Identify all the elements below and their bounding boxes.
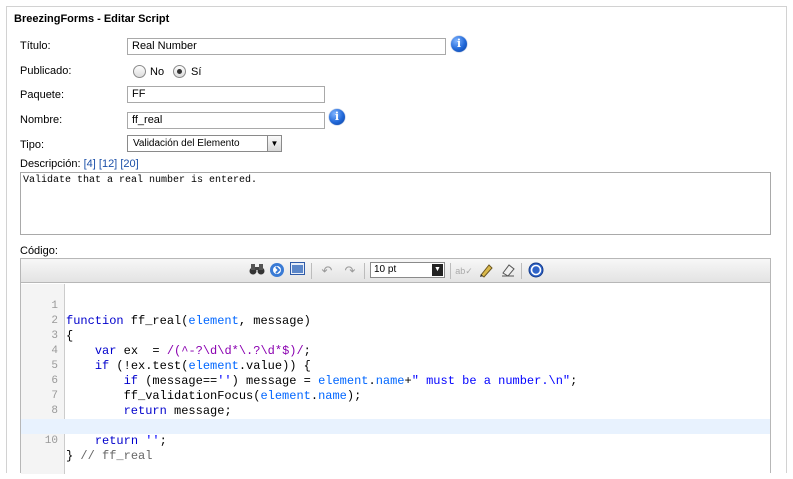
descripcion-label-row: Descripción: [4] [12] [20] (20, 158, 139, 170)
toolbar-separator (521, 263, 522, 279)
tipo-select-value: Validación del Elemento (133, 138, 240, 149)
code-line: 6 ff_validationFocus(element.name); (21, 359, 770, 403)
publicado-si-radio[interactable] (173, 65, 186, 78)
code-editor[interactable]: ↶ ↷ 10 pt ▼ ab✓ 1 function ff_real(eleme… (20, 258, 771, 474)
code-line: 4 if (!ex.test(element.value)) { (21, 329, 770, 373)
code-text: } // ff_real (66, 449, 153, 463)
code-line-active: 10 } // ff_real (21, 419, 770, 463)
paquete-label: Paquete: (20, 89, 65, 101)
code-line: 1 function ff_real(element, message) (21, 284, 770, 328)
goto-line-icon[interactable] (268, 262, 286, 280)
help-icon[interactable] (527, 262, 545, 280)
spellcheck-icon[interactable]: ab✓ (455, 262, 473, 280)
tipo-select[interactable]: Validación del Elemento ▼ (127, 135, 282, 152)
paquete-input[interactable]: FF (127, 86, 325, 103)
code-line: 2 { (21, 299, 770, 343)
editor-toolbar: ↶ ↷ 10 pt ▼ ab✓ (21, 259, 770, 283)
code-text: return ''; (94, 434, 167, 448)
info-icon[interactable]: i (451, 36, 467, 52)
fullscreen-icon[interactable] (288, 262, 306, 280)
font-size-select[interactable]: 10 pt ▼ (370, 262, 445, 278)
code-line: 9 return ''; (21, 404, 770, 448)
line-number: 10 (44, 435, 58, 447)
publicado-no-radio[interactable] (133, 65, 146, 78)
code-area[interactable]: 1 function ff_real(element, message) 2 {… (21, 284, 770, 463)
code-line: 7 return message; (21, 374, 770, 418)
code-line: 3 var ex = /(^-?\d\d*\.?\d*$)/; (21, 314, 770, 358)
font-size-value: 10 pt (374, 264, 397, 275)
descripcion-link-12[interactable]: [12] (99, 158, 117, 170)
chevron-down-icon: ▼ (432, 264, 443, 276)
reset-icon[interactable] (499, 262, 517, 280)
code-line: 5 if (message=='') message = element.nam… (21, 344, 770, 388)
highlight-icon[interactable] (477, 262, 495, 280)
redo-icon[interactable]: ↷ (341, 262, 359, 280)
nombre-input[interactable]: ff_real (127, 112, 325, 129)
descripcion-textarea[interactable]: Validate that a real number is entered. (20, 172, 771, 235)
binoculars-icon[interactable] (248, 262, 266, 280)
undo-icon[interactable]: ↶ (318, 262, 336, 280)
chevron-down-icon: ▼ (267, 136, 281, 151)
info-icon[interactable]: i (329, 109, 345, 125)
publicado-si-label: Sí (191, 66, 202, 78)
toolbar-separator (450, 263, 451, 279)
page-title: BreezingForms - Editar Script (14, 13, 170, 25)
descripcion-link-20[interactable]: [20] (120, 158, 138, 170)
titulo-label: Título: (20, 40, 51, 52)
publicado-no-label: No (150, 66, 165, 78)
publicado-label: Publicado: (20, 65, 72, 77)
descripcion-link-4[interactable]: [4] (84, 158, 96, 170)
tipo-label: Tipo: (20, 139, 45, 151)
toolbar-separator (311, 263, 312, 279)
code-line: 8 } // if (21, 389, 770, 433)
toolbar-separator (364, 263, 365, 279)
nombre-label: Nombre: (20, 114, 63, 126)
codigo-label: Código: (20, 245, 58, 257)
descripcion-label: Descripción: (20, 158, 81, 170)
titulo-input[interactable]: Real Number (127, 38, 446, 55)
